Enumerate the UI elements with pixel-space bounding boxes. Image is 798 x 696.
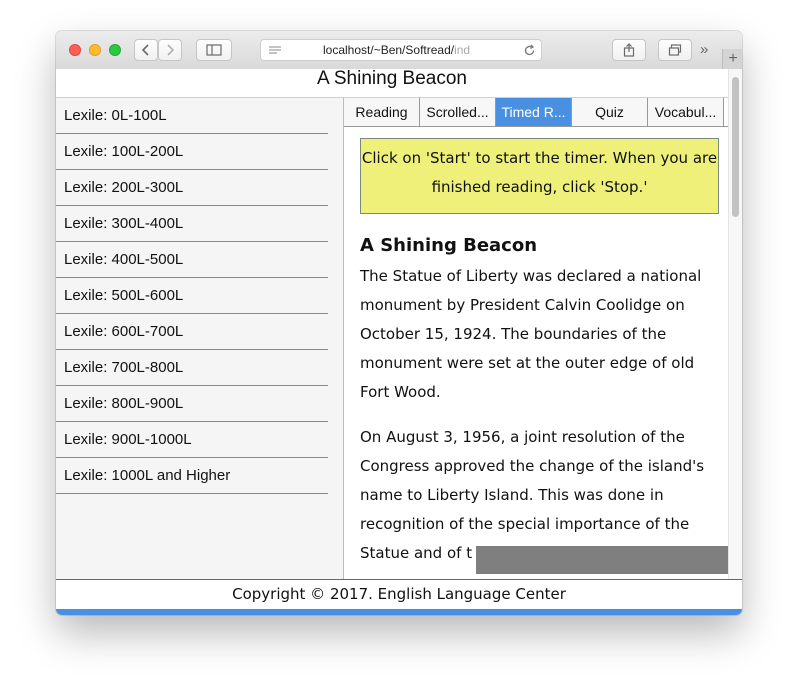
tab-bar: Reading Scrolled... Timed R... Quiz Voca… <box>344 98 728 127</box>
tabs-icon <box>668 44 682 56</box>
sidebar-item-100l-200l[interactable]: Lexile: 100L-200L <box>56 134 328 170</box>
chevron-right-icon <box>167 44 175 56</box>
page-footer: Copyright © 2017. English Language Cente… <box>56 579 742 609</box>
scrollbar-thumb[interactable] <box>732 77 739 217</box>
zoom-window-button[interactable] <box>109 44 121 56</box>
page-title: A Shining Beacon <box>56 69 728 98</box>
sidebar-item-300l-400l[interactable]: Lexile: 300L-400L <box>56 206 328 242</box>
tabs-overview-button[interactable] <box>658 39 692 61</box>
tab-timed-reading[interactable]: Timed R... <box>496 98 572 126</box>
share-icon <box>623 43 635 57</box>
sidebar-item-800l-900l[interactable]: Lexile: 800L-900L <box>56 386 328 422</box>
tab-scrolled[interactable]: Scrolled... <box>420 98 496 126</box>
browser-window: localhost/~Ben/Softread/ind » + A Shinin… <box>56 31 742 615</box>
redaction-block <box>476 546 728 574</box>
article: A Shining Beacon The Statue of Liberty w… <box>360 234 710 579</box>
url-text: localhost/~Ben/Softread/ind <box>323 43 471 57</box>
close-window-button[interactable] <box>69 44 81 56</box>
sidebar-item-900l-1000l[interactable]: Lexile: 900L-1000L <box>56 422 328 458</box>
tab-vocabulary[interactable]: Vocabul... <box>648 98 724 126</box>
timer-instructions: Click on 'Start' to start the timer. Whe… <box>360 138 719 214</box>
sidebar-item-400l-500l[interactable]: Lexile: 400L-500L <box>56 242 328 278</box>
tab-reading[interactable]: Reading <box>344 98 420 126</box>
share-button[interactable] <box>612 39 646 61</box>
browser-toolbar: localhost/~Ben/Softread/ind » + <box>56 31 742 70</box>
new-tab-button[interactable]: + <box>722 49 742 69</box>
page-scrollbar[interactable] <box>728 69 742 579</box>
tab-quiz[interactable]: Quiz <box>572 98 648 126</box>
sidebar-item-0l-100l[interactable]: Lexile: 0L-100L <box>56 98 328 134</box>
reload-icon[interactable] <box>523 44 536 57</box>
page-content: A Shining Beacon Lexile: 0L-100L Lexile:… <box>56 69 742 615</box>
sidebar-item-600l-700l[interactable]: Lexile: 600L-700L <box>56 314 328 350</box>
article-title: A Shining Beacon <box>360 235 538 256</box>
sidebar-item-700l-800l[interactable]: Lexile: 700L-800L <box>56 350 328 386</box>
sidebar-item-200l-300l[interactable]: Lexile: 200L-300L <box>56 170 328 206</box>
reader-icon[interactable] <box>268 45 282 56</box>
sidebar-item-1000l-and-higher[interactable]: Lexile: 1000L and Higher <box>56 458 328 494</box>
address-bar[interactable]: localhost/~Ben/Softread/ind <box>260 39 542 61</box>
lexile-sidebar: Lexile: 0L-100L Lexile: 100L-200L Lexile… <box>56 98 344 579</box>
sidebar-toggle-button[interactable] <box>196 39 232 61</box>
sidebar-item-500l-600l[interactable]: Lexile: 500L-600L <box>56 278 328 314</box>
chevron-left-icon <box>141 44 149 56</box>
more-toolbar-icon[interactable]: » <box>700 41 708 58</box>
article-paragraph: The Statue of Liberty was declared a nat… <box>360 267 702 401</box>
minimize-window-button[interactable] <box>89 44 101 56</box>
forward-button[interactable] <box>158 39 182 61</box>
footer-accent-bar <box>56 609 742 615</box>
sidebar-icon <box>206 44 222 56</box>
main-panel: Reading Scrolled... Timed R... Quiz Voca… <box>344 98 728 579</box>
back-button[interactable] <box>134 39 158 61</box>
